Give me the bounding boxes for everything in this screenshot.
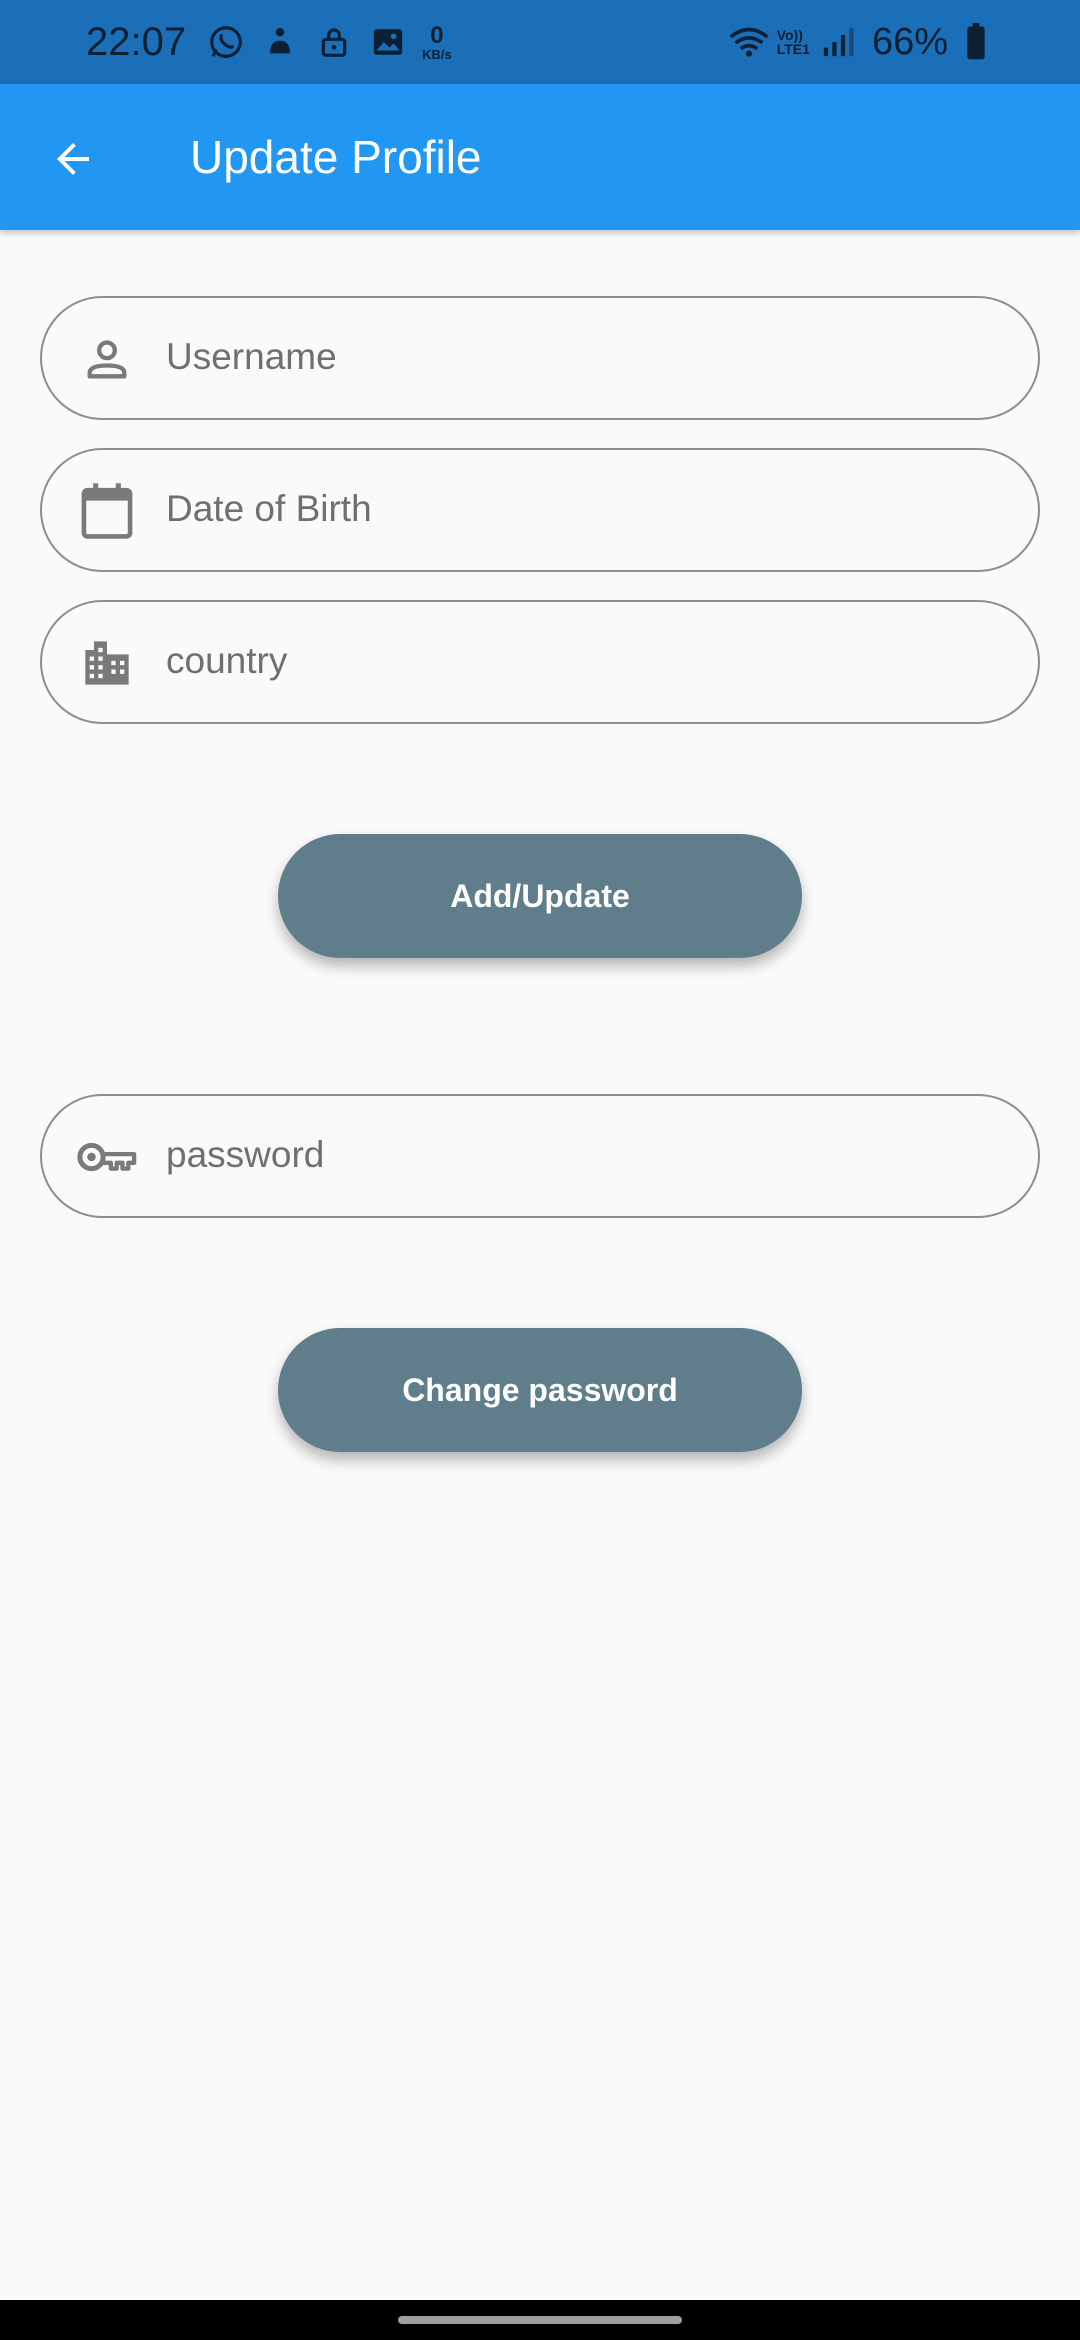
status-right: Vo)) LTE1 66%	[729, 0, 996, 84]
password-placeholder: password	[166, 1134, 325, 1175]
calendar-icon	[76, 480, 138, 542]
username-field[interactable]: Username	[40, 296, 1040, 420]
status-bar: 22:07 0 KB/s Vo)) LTE1 66%	[0, 0, 1080, 84]
data-speed: 0 KB/s	[422, 21, 452, 62]
status-time: 22:07	[86, 19, 187, 64]
navigation-bar	[0, 2300, 1080, 2340]
data-speed-unit: KB/s	[422, 46, 452, 62]
wifi-icon	[729, 22, 769, 62]
country-field[interactable]: country	[40, 600, 1040, 724]
change-password-button[interactable]: Change password	[278, 1328, 802, 1452]
status-left: 22:07 0 KB/s	[86, 0, 452, 84]
country-placeholder: country	[166, 640, 288, 681]
back-button[interactable]	[40, 126, 106, 192]
volte-indicator: Vo)) LTE1	[777, 28, 810, 56]
home-handle[interactable]	[398, 2316, 682, 2324]
app-bar: Update Profile	[0, 84, 1080, 230]
image-icon	[368, 22, 408, 62]
page-title: Update Profile	[190, 131, 482, 183]
arrow-back-icon	[57, 143, 89, 175]
battery-percent: 66%	[871, 20, 948, 63]
person-icon	[76, 328, 138, 390]
password-field[interactable]: password	[40, 1094, 1040, 1218]
data-speed-value: 0	[430, 21, 444, 49]
signal-icon	[818, 22, 858, 62]
key-icon	[76, 1126, 138, 1188]
whatsapp-icon	[206, 22, 246, 62]
add-update-button[interactable]: Add/Update	[278, 834, 802, 958]
username-placeholder: Username	[166, 336, 337, 377]
building-icon	[76, 632, 138, 694]
volte-top: Vo))	[776, 27, 803, 43]
lock-icon	[314, 22, 354, 62]
notification-icon	[260, 22, 300, 62]
date-of-birth-placeholder: Date of Birth	[166, 488, 372, 529]
battery-icon	[956, 22, 996, 62]
volte-bottom: LTE1	[776, 41, 810, 57]
date-of-birth-field[interactable]: Date of Birth	[40, 448, 1040, 572]
